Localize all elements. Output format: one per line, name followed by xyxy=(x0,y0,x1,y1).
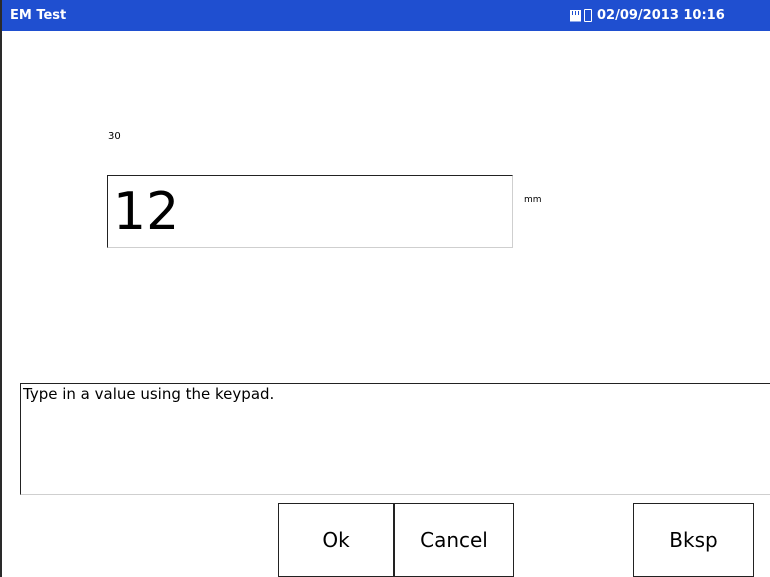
message-panel: Type in a value using the keypad. xyxy=(20,383,770,495)
window-title: EM Test xyxy=(10,8,67,23)
instruction-text: Type in a value using the keypad. xyxy=(23,385,275,403)
field-caption: 30 xyxy=(108,131,121,142)
cancel-button[interactable]: Cancel xyxy=(394,503,514,577)
title-bar: EM Test 02/09/2013 10:16 xyxy=(2,0,770,31)
unit-label: mm xyxy=(524,195,542,205)
datetime-display: 02/09/2013 10:16 xyxy=(597,8,725,23)
sd-card-icon xyxy=(570,9,581,22)
ok-button[interactable]: Ok xyxy=(278,503,394,577)
value-input[interactable]: 12 xyxy=(107,175,513,248)
value-input-text: 12 xyxy=(113,182,180,242)
status-area: 02/09/2013 10:16 xyxy=(570,0,770,31)
app-window: EM Test 02/09/2013 10:16 30 12 mm Type i… xyxy=(0,0,770,577)
backspace-button[interactable]: Bksp xyxy=(633,503,754,577)
battery-icon xyxy=(584,9,592,22)
